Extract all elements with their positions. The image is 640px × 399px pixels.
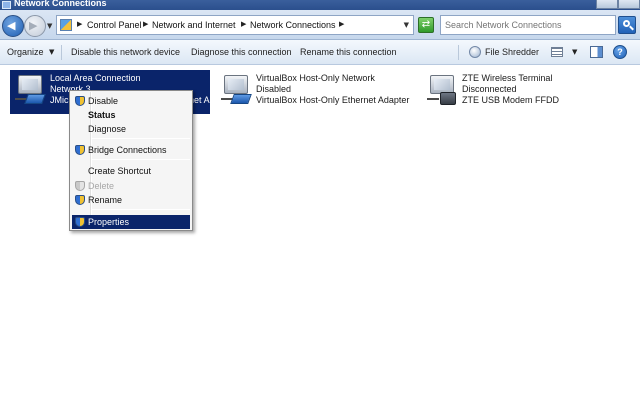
menu-item-label: Properties xyxy=(88,217,130,227)
cable-icon xyxy=(427,98,439,100)
file-shredder-button[interactable]: File Shredder xyxy=(485,47,539,57)
control-panel-icon xyxy=(60,19,72,31)
connection-zte-wireless[interactable]: ZTE Wireless Terminal Disconnected ZTE U… xyxy=(422,70,582,114)
back-arrow-icon: ◀ xyxy=(7,19,16,32)
maximize-button[interactable] xyxy=(618,0,640,9)
breadcrumb-control-panel[interactable]: Control Panel xyxy=(87,20,142,30)
menu-item-rename[interactable]: Rename xyxy=(72,193,190,207)
connection-name: ZTE Wireless Terminal xyxy=(462,73,553,83)
views-icon[interactable] xyxy=(551,47,563,57)
connection-status: Disabled xyxy=(256,84,292,94)
menu-item-label: Status xyxy=(88,110,116,120)
uac-shield-icon xyxy=(75,217,85,227)
uac-shield-icon xyxy=(75,181,85,191)
recent-pages-dropdown[interactable]: ▼ xyxy=(47,22,52,30)
search-box[interactable] xyxy=(440,15,616,35)
uac-shield-icon xyxy=(75,96,85,106)
menu-item-label: Bridge Connections xyxy=(88,145,167,155)
address-bar[interactable]: ▶ Control Panel ▶ Network and Internet ▶… xyxy=(56,15,414,35)
menu-separator xyxy=(92,209,190,210)
organize-button[interactable]: Organize xyxy=(7,47,44,57)
menu-item-label: Create Shortcut xyxy=(88,166,152,176)
breadcrumb-network-and-internet[interactable]: Network and Internet xyxy=(152,20,236,30)
menu-item-label: Delete xyxy=(88,181,115,191)
rename-connection-button[interactable]: Rename this connection xyxy=(300,47,397,57)
monitor-icon xyxy=(18,75,42,94)
phone-icon xyxy=(440,92,456,105)
address-dropdown-icon[interactable]: ▼ xyxy=(404,21,409,29)
breadcrumb-network-connections[interactable]: Network Connections xyxy=(250,20,336,30)
connection-status: Disconnected xyxy=(462,84,517,94)
search-button[interactable] xyxy=(618,16,636,34)
menu-item-label: Rename xyxy=(88,195,123,205)
network-plug-icon xyxy=(230,94,252,104)
menu-item-diagnose[interactable]: Diagnose xyxy=(72,122,190,136)
connection-details: VirtualBox Host-Only Network Disabled Vi… xyxy=(256,73,409,106)
file-shredder-icon[interactable] xyxy=(469,46,481,58)
menu-separator xyxy=(92,159,190,160)
connection-device: ZTE USB Modem FFDD xyxy=(462,95,560,105)
network-plug-icon xyxy=(24,94,46,104)
ethernet-adapter-icon xyxy=(220,74,254,108)
monitor-icon xyxy=(224,75,248,94)
connection-virtualbox[interactable]: VirtualBox Host-Only Network Disabled Vi… xyxy=(216,70,416,114)
menu-item-disable[interactable]: Disable xyxy=(72,94,190,108)
chevron-down-icon[interactable]: ▼ xyxy=(49,48,54,56)
uac-shield-icon xyxy=(75,195,85,205)
menu-item-properties[interactable]: Properties xyxy=(72,215,190,229)
toolbar-divider xyxy=(61,45,62,60)
chevron-down-icon[interactable]: ▼ xyxy=(572,48,577,56)
chevron-right-icon[interactable]: ▶ xyxy=(339,20,344,28)
minimize-button[interactable] xyxy=(596,0,618,9)
menu-item-delete: Delete xyxy=(72,179,190,193)
forward-arrow-icon: ▶ xyxy=(29,19,38,32)
context-menu: Disable Status Diagnose Bridge Connectio… xyxy=(69,90,193,231)
connection-details: ZTE Wireless Terminal Disconnected ZTE U… xyxy=(462,73,559,106)
address-row: ◀ ▶ ▼ ▶ Control Panel ▶ Network and Inte… xyxy=(0,10,640,40)
refresh-button[interactable]: ⇄ xyxy=(418,17,434,33)
menu-item-label: Disable xyxy=(88,96,119,106)
menu-item-create-shortcut[interactable]: Create Shortcut xyxy=(72,164,190,178)
chevron-right-icon[interactable]: ▶ xyxy=(241,20,246,28)
chevron-right-icon[interactable]: ▶ xyxy=(77,20,82,28)
menu-separator xyxy=(92,138,190,139)
connection-name: Local Area Connection xyxy=(50,73,141,83)
back-button[interactable]: ◀ xyxy=(2,15,24,37)
chevron-right-icon[interactable]: ▶ xyxy=(143,20,148,28)
uac-shield-icon xyxy=(75,145,85,155)
connection-device: VirtualBox Host-Only Ethernet Adapter xyxy=(256,95,410,105)
window-title: Network Connections xyxy=(14,0,107,8)
title-bar: Network Connections xyxy=(0,0,640,10)
diagnose-connection-button[interactable]: Diagnose this connection xyxy=(191,47,292,57)
command-bar: Organize ▼ Disable this network device D… xyxy=(0,40,640,65)
toolbar-divider xyxy=(458,45,459,60)
search-icon-handle xyxy=(629,25,634,31)
help-icon[interactable]: ? xyxy=(613,45,627,59)
search-input[interactable] xyxy=(441,16,615,34)
menu-item-bridge-connections[interactable]: Bridge Connections xyxy=(72,143,190,157)
ethernet-adapter-icon xyxy=(14,74,48,108)
preview-pane-icon[interactable] xyxy=(590,46,603,58)
connection-name: VirtualBox Host-Only Network xyxy=(256,73,375,83)
menu-item-label: Diagnose xyxy=(88,124,127,134)
forward-button[interactable]: ▶ xyxy=(24,15,46,37)
network-connections-icon xyxy=(2,1,11,9)
refresh-icon: ⇄ xyxy=(421,19,431,30)
modem-icon xyxy=(426,74,460,108)
menu-item-status[interactable]: Status xyxy=(72,108,190,122)
disable-device-button[interactable]: Disable this network device xyxy=(71,47,180,57)
